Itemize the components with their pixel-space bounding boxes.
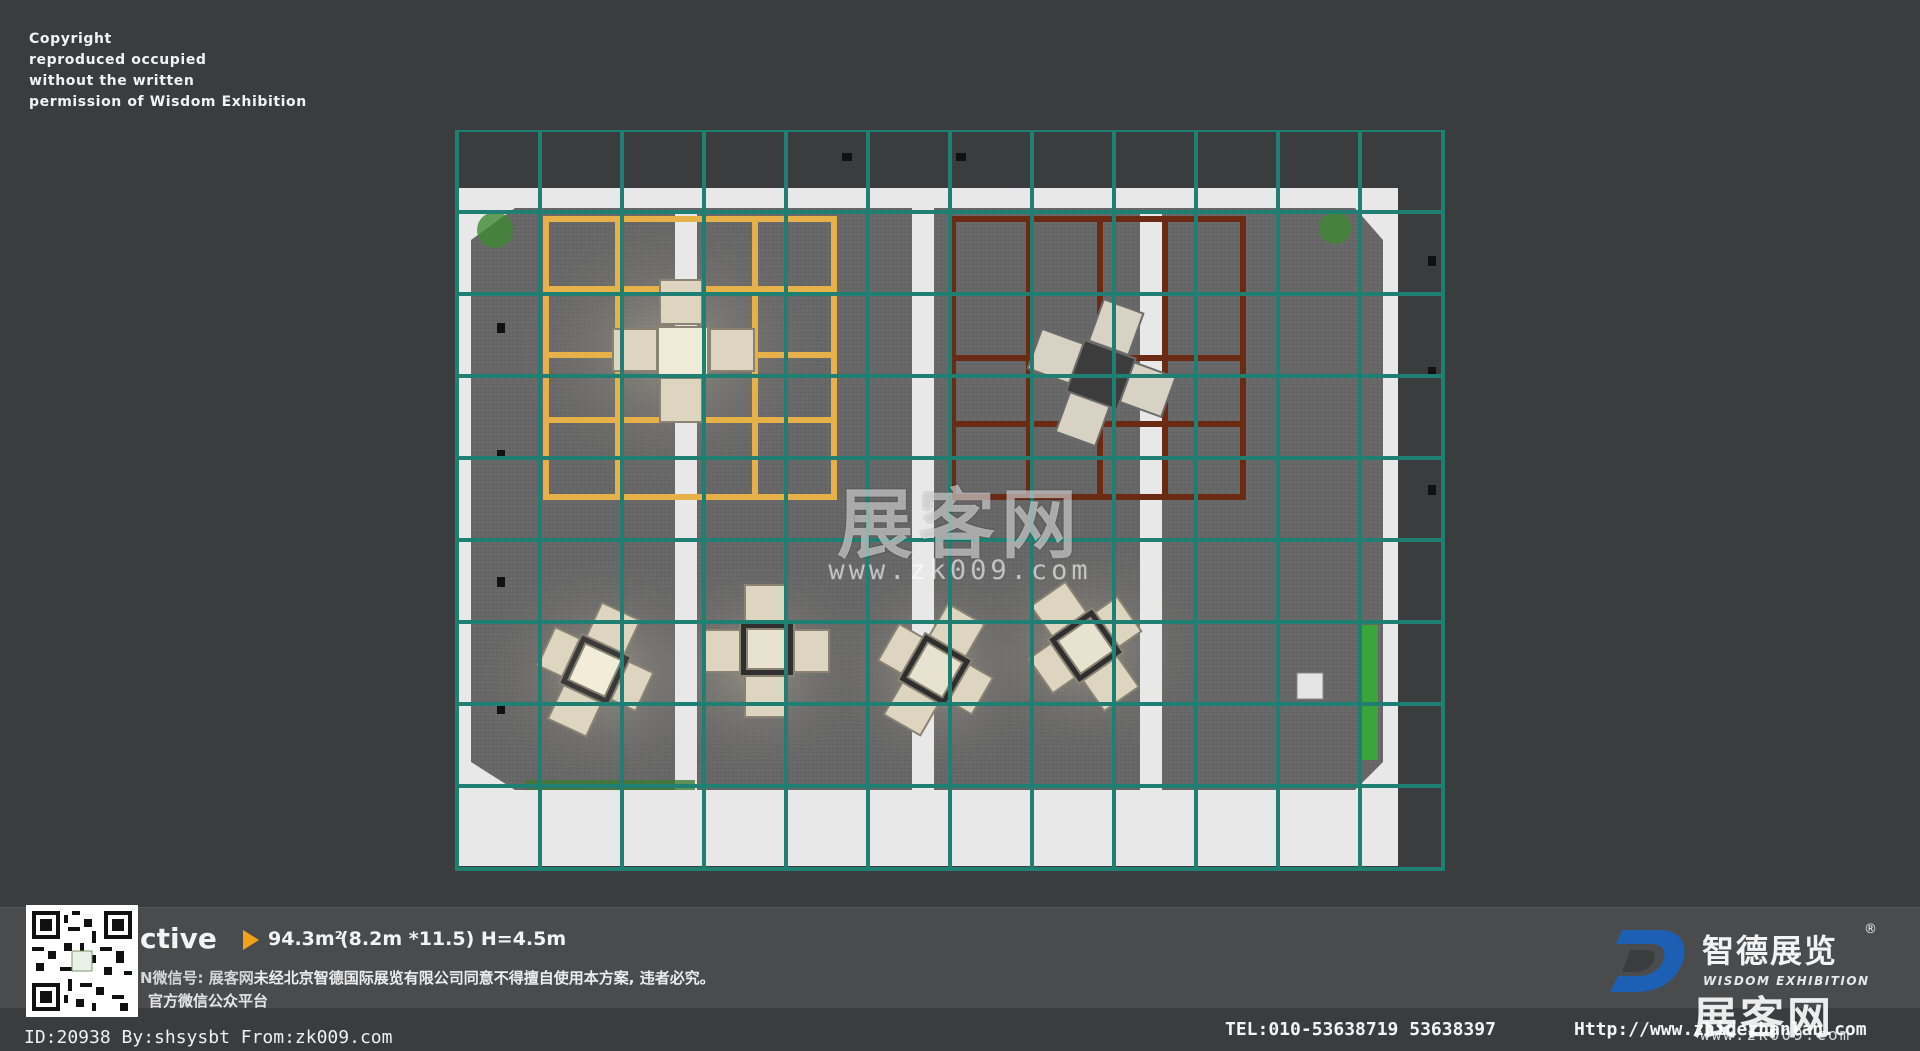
booth-dimensions: (8.2m *11.5) H=4.5m <box>340 928 567 950</box>
plant <box>477 212 513 248</box>
copyright-line: Copyright <box>29 31 112 47</box>
wisdom-logo-icon <box>1608 928 1688 998</box>
booth-area: 94.3m² <box>268 928 343 950</box>
copyright-notice: Copyright reproduced occupied without th… <box>29 29 307 113</box>
wechat-label: N微信号: 展客网 <box>140 969 254 987</box>
id-line: ID:20938 By:shsysbt From:zk009.com <box>24 1027 393 1048</box>
watermark-url: www.zk009.com <box>828 555 1092 586</box>
copyright-notice-cn: 未经北京智德国际展览有限公司同意不得擅自使用本方案, 违者必究。 <box>253 969 715 987</box>
registered-mark: ® <box>1864 922 1877 937</box>
copyright-line: without the written <box>29 73 195 89</box>
brand-name-cn: 智德展览 <box>1702 932 1839 970</box>
project-title: ctive <box>140 922 217 955</box>
copyright-line: permission of Wisdom Exhibition <box>29 94 307 110</box>
watermark-corner-url: www.zk009.com <box>1700 1025 1852 1044</box>
plant <box>1319 212 1351 244</box>
copyright-line: reproduced occupied <box>29 52 207 68</box>
contact-tel: TEL:010-53638719 53638397 <box>1225 1019 1496 1040</box>
wechat-platform: 官方微信公众平台 <box>148 992 269 1010</box>
stool <box>1296 672 1324 700</box>
qr-code <box>26 905 138 1017</box>
play-triangle-icon <box>243 930 259 950</box>
wechat-notice: N微信号: 展客网未经北京智德国际展览有限公司同意不得擅自使用本方案, 违者必究… <box>140 967 715 988</box>
